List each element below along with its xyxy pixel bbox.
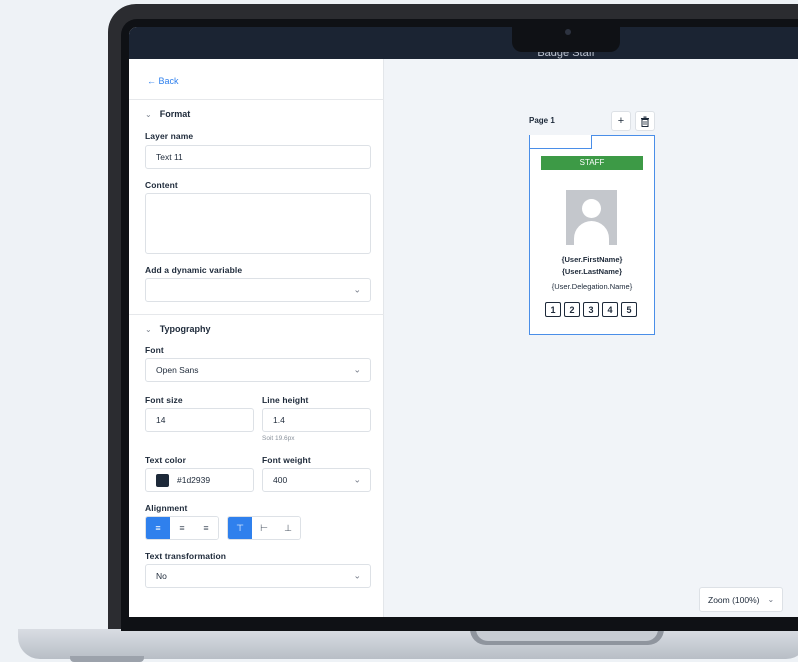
design-canvas[interactable]: Page 1 + STAFF {User.FirstName} {User.La… (384, 59, 798, 617)
number-box[interactable]: 5 (621, 302, 637, 317)
chevron-down-icon: ⌄ (767, 595, 775, 604)
typography-header-label: Typography (159, 324, 211, 334)
dynamic-variable-select[interactable]: ⌄ (145, 278, 371, 302)
dynamic-variable-label: Add a dynamic variable (145, 265, 243, 275)
plus-icon: + (617, 115, 625, 127)
delete-page-button[interactable] (635, 111, 655, 131)
align-top-icon[interactable]: ⊤ (228, 517, 252, 539)
divider (129, 314, 384, 315)
avatar-placeholder[interactable] (566, 190, 617, 245)
back-link[interactable]: ← Back (147, 76, 179, 86)
page-label: Page 1 (529, 116, 555, 125)
align-bottom-icon[interactable]: ⊥ (276, 517, 300, 539)
zoom-select[interactable]: Zoom (100%) ⌄ (699, 587, 783, 612)
line-height-label: Line height (262, 395, 309, 405)
align-middle-icon[interactable]: ⊢ (252, 517, 276, 539)
text-transformation-value: No (156, 571, 167, 581)
text-color-label: Text color (145, 455, 186, 465)
chevron-down-icon: ⌄ (353, 284, 361, 295)
line-height-value: 1.4 (273, 415, 285, 425)
number-box[interactable]: 3 (583, 302, 599, 317)
align-right-icon[interactable]: ≡ (194, 517, 218, 539)
chevron-down-icon: ⌄ (353, 364, 361, 375)
number-box[interactable]: 4 (602, 302, 618, 317)
typography-section-header[interactable]: ⌄ Typography (145, 324, 211, 334)
chevron-down-icon: ⌄ (145, 325, 152, 334)
selected-layer-outline[interactable] (529, 135, 592, 149)
chevron-down-icon: ⌄ (145, 110, 152, 119)
chevron-down-icon: ⌄ (353, 474, 361, 485)
first-name-variable[interactable]: {User.FirstName} (529, 255, 655, 264)
text-transformation-select[interactable]: No ⌄ (145, 564, 371, 588)
number-box[interactable]: 1 (545, 302, 561, 317)
layer-name-input[interactable]: Text 11 (145, 145, 371, 169)
font-weight-label: Font weight (262, 455, 311, 465)
camera-icon (565, 29, 571, 35)
color-swatch[interactable] (156, 473, 169, 487)
add-page-button[interactable]: + (611, 111, 631, 131)
align-center-icon[interactable]: ≡ (170, 517, 194, 539)
font-weight-value: 400 (273, 475, 288, 485)
top-bar: Badge Staff (129, 27, 798, 59)
layer-name-value: Text 11 (156, 152, 183, 162)
app-screen: Badge Staff ← Back ⌄ Format Layer name Te… (129, 27, 798, 617)
format-header-label: Format (159, 109, 191, 119)
avatar-head (582, 199, 601, 218)
laptop-base (18, 629, 798, 659)
horizontal-alignment-group: ≡ ≡ ≡ (145, 516, 219, 540)
properties-panel: ← Back ⌄ Format Layer name Text 11 Conten… (129, 59, 384, 617)
staff-header-bar[interactable]: STAFF (541, 156, 643, 170)
laptop-foot (70, 656, 144, 662)
text-color-value: #1d2939 (177, 475, 211, 485)
font-select[interactable]: Open Sans ⌄ (145, 358, 371, 382)
line-height-hint: Soit 19.6px (262, 435, 295, 442)
format-section-header[interactable]: ⌄ Format (145, 109, 190, 119)
alignment-label: Alignment (145, 503, 188, 513)
font-size-input[interactable]: 14 (145, 408, 254, 432)
number-boxes: 1 2 3 4 5 (545, 302, 637, 317)
layer-name-label: Layer name (145, 131, 194, 141)
number-box[interactable]: 2 (564, 302, 580, 317)
divider (129, 99, 384, 100)
delegation-variable[interactable]: {User.Delegation.Name} (529, 282, 655, 291)
chevron-down-icon: ⌄ (353, 570, 361, 581)
content-label: Content (145, 180, 178, 190)
last-name-variable[interactable]: {User.LastName} (529, 267, 655, 276)
line-height-input[interactable]: 1.4 (262, 408, 371, 432)
content-textarea[interactable] (145, 193, 371, 254)
font-label: Font (145, 345, 164, 355)
laptop-bezel: Badge Staff ← Back ⌄ Format Layer name Te… (121, 19, 798, 631)
vertical-alignment-group: ⊤ ⊢ ⊥ (227, 516, 301, 540)
font-weight-select[interactable]: 400 ⌄ (262, 468, 371, 492)
avatar-body (574, 221, 609, 245)
font-value: Open Sans (156, 365, 199, 375)
font-size-value: 14 (156, 415, 166, 425)
zoom-label: Zoom (100%) (708, 594, 760, 605)
align-left-icon[interactable]: ≡ (146, 517, 170, 539)
text-transformation-label: Text transformation (145, 551, 227, 561)
text-color-picker[interactable]: #1d2939 (145, 468, 254, 492)
trash-icon (641, 116, 649, 127)
font-size-label: Font size (145, 395, 183, 405)
